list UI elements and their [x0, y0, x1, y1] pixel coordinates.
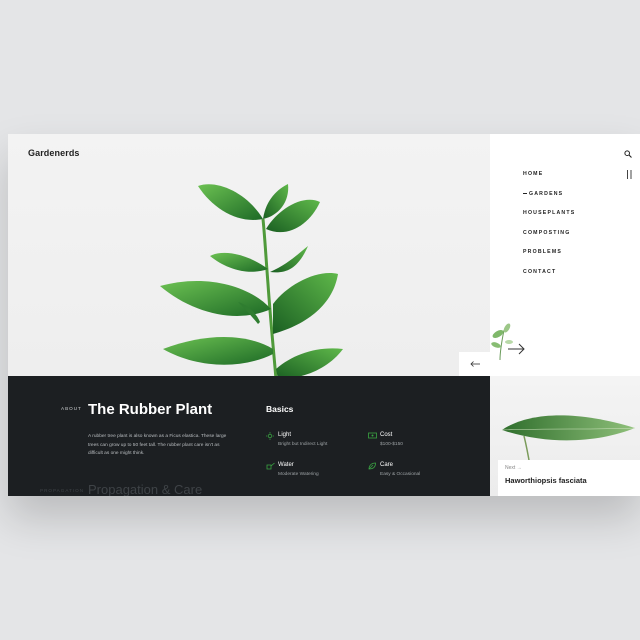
fact-value: Moderate Watering [278, 472, 319, 477]
plant-info-panel: ABOUT The Rubber Plant A rubber tree pla… [8, 376, 490, 496]
arrow-right-icon[interactable] [508, 343, 526, 355]
cash-icon [368, 432, 377, 439]
pause-icon[interactable] [627, 170, 632, 179]
nav-item-home[interactable]: HOME [523, 171, 575, 191]
fact-value: Bright but Indirect Light [278, 442, 328, 447]
next-plant-link[interactable]: Next → Haworthiopsis fasciata [498, 460, 640, 496]
fact-label: Cost [380, 432, 393, 438]
haworthiopsis-image [501, 415, 636, 466]
rubber-plant-image [160, 184, 343, 376]
leaf-icon [368, 462, 376, 470]
fact-label: Care [380, 462, 394, 468]
brand-logo[interactable]: Gardenerds [28, 148, 80, 158]
next-label: Next → [505, 465, 522, 471]
next-plant-title: Haworthiopsis fasciata [505, 476, 587, 485]
nav-item-composting[interactable]: COMPOSTING [523, 230, 575, 250]
previous-button[interactable] [459, 352, 490, 376]
app-window: Gardenerds HOME GARDENS HOUSEPLANTS COMP… [8, 134, 640, 496]
fact-value: Easy & Occasional [380, 472, 421, 477]
active-indicator [523, 192, 527, 194]
fact-value: $100-$150 [380, 442, 403, 447]
nav-item-houseplants[interactable]: HOUSEPLANTS [523, 210, 575, 230]
fact-label: Light [278, 432, 292, 438]
plant-description: A rubber tree plant is also known as a F… [88, 434, 227, 457]
nav-item-label: COMPOSTING [523, 229, 571, 236]
hero-image: Gardenerds [8, 134, 490, 376]
nav-item-label: CONTACT [523, 268, 557, 275]
arrow-left-icon [469, 361, 480, 367]
nav-item-label: HOUSEPLANTS [523, 210, 576, 216]
next-section-heading: Propagation & Care [88, 482, 203, 496]
nav-item-label: HOME [523, 171, 544, 177]
section-label: ABOUT [61, 406, 82, 411]
nav-item-gardens[interactable]: GARDENS [523, 191, 575, 211]
nav-item-contact[interactable]: CONTACT [523, 269, 575, 289]
nav-item-label: GARDENS [529, 190, 564, 197]
page-title: The Rubber Plant [88, 401, 213, 418]
nav-item-problems[interactable]: PROBLEMS [523, 249, 575, 269]
basics-heading: Basics [266, 404, 294, 414]
watering-can-icon [266, 462, 275, 470]
sun-icon [266, 432, 274, 440]
nav-item-label: PROBLEMS [523, 249, 562, 255]
search-icon[interactable] [624, 150, 632, 158]
fact-label: Water [278, 462, 294, 468]
next-section-label: PROPAGATION [40, 488, 85, 493]
